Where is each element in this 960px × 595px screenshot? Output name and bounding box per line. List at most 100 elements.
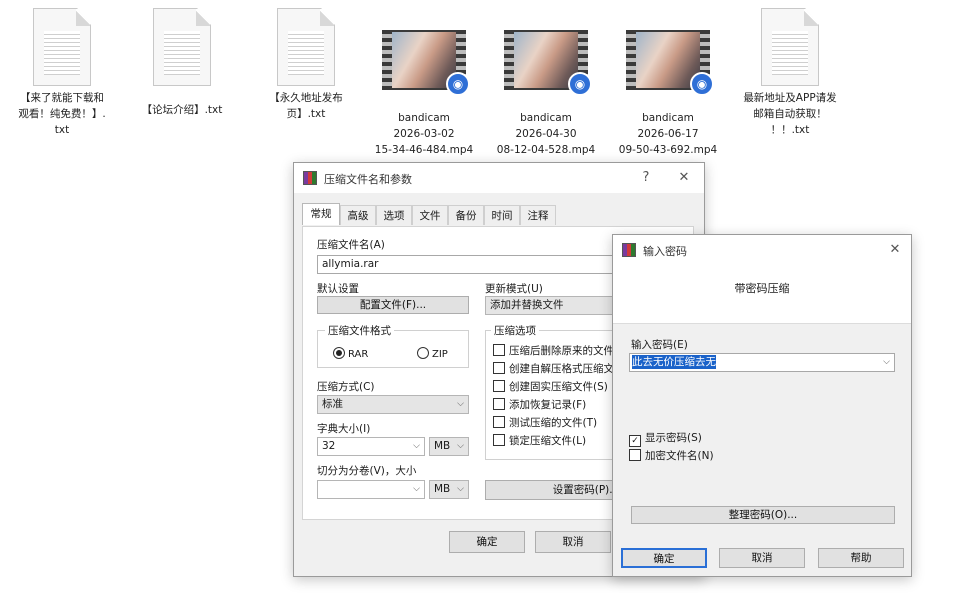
ok-button[interactable]: 确定: [449, 531, 525, 553]
password-value: 此去无价压缩去无: [632, 355, 716, 369]
option-recovery-record[interactable]: 添加恢复记录(F): [493, 397, 586, 412]
chevron-down-icon[interactable]: ⌵: [883, 354, 890, 371]
file-label: 【来了就能下载和 观看！纯免费！】. txt: [18, 92, 106, 136]
option-lock-archive[interactable]: 锁定压缩文件(L): [493, 433, 586, 448]
update-mode-value: 添加并替换文件: [490, 299, 564, 311]
checkbox-icon: [493, 416, 505, 428]
file-label: 最新地址及APP请发 邮箱自动获取！ ！！.txt: [743, 92, 837, 136]
encrypt-names-checkbox[interactable]: 加密文件名(N): [629, 448, 714, 463]
option-label: 锁定压缩文件(L): [509, 435, 587, 447]
file-label: bandicam 2026-04-30 08-12-04-528.mp4: [496, 112, 596, 156]
checkbox-icon: [493, 362, 505, 374]
tab-backup[interactable]: 备份: [448, 205, 484, 225]
dictionary-size-select[interactable]: 32 ⌵: [317, 437, 425, 456]
checkbox-icon: [493, 344, 505, 356]
desktop-file-text-4[interactable]: 最新地址及APP请发 邮箱自动获取！ ！！.txt: [728, 8, 852, 138]
tab-files[interactable]: 文件: [412, 205, 448, 225]
chevron-down-icon: ⌵: [413, 484, 420, 494]
ok-button[interactable]: 确定: [621, 548, 707, 568]
tab-strip: 常规 高级 选项 文件 备份 时间 注释: [302, 203, 692, 227]
format-rar-radio[interactable]: RAR: [333, 347, 368, 360]
option-sfx[interactable]: 创建自解压格式压缩文: [493, 361, 614, 376]
dictionary-unit-select[interactable]: MB ⌵: [429, 437, 469, 456]
format-zip-radio[interactable]: ZIP: [417, 347, 448, 360]
media-player-badge-icon: ◉: [446, 72, 470, 96]
checkbox-icon: [629, 449, 641, 461]
desktop-file-text-3[interactable]: 【永久地址发布 页】.txt: [244, 8, 368, 122]
video-thumbnail-icon: ◉: [504, 30, 592, 96]
file-label: 【论坛介绍】.txt: [141, 104, 223, 116]
chevron-down-icon: ⌵: [413, 441, 420, 451]
chevron-down-icon: ⌵: [457, 484, 464, 494]
desktop-file-text-1[interactable]: 【来了就能下载和 观看！纯免费！】. txt: [0, 8, 124, 138]
enter-password-label: 输入密码(E): [631, 339, 688, 351]
chevron-down-icon: ⌵: [457, 399, 464, 409]
checkbox-icon: [493, 380, 505, 392]
media-player-badge-icon: ◉: [568, 72, 592, 96]
compression-method-select[interactable]: 标准 ⌵: [317, 395, 469, 414]
title-bar[interactable]: 压缩文件名和参数 ? ✕: [294, 163, 704, 193]
show-password-label: 显示密码(S): [645, 432, 702, 444]
split-volumes-select[interactable]: ⌵: [317, 480, 425, 499]
option-label: 创建自解压格式压缩文: [509, 363, 614, 375]
option-test-files[interactable]: 测试压缩的文件(T): [493, 415, 597, 430]
split-volumes-label: 切分为分卷(V)，大小: [317, 465, 417, 477]
option-label: 测试压缩的文件(T): [509, 417, 598, 429]
tab-options[interactable]: 选项: [376, 205, 412, 225]
option-label: 创建固实压缩文件(S): [509, 381, 608, 393]
format-rar-label: RAR: [348, 349, 369, 360]
organize-passwords-button[interactable]: 整理密码(O)...: [631, 506, 895, 524]
tab-advanced[interactable]: 高级: [340, 205, 376, 225]
video-thumbnail-icon: ◉: [626, 30, 714, 96]
file-label: 【永久地址发布 页】.txt: [269, 92, 343, 120]
compression-method-value: 标准: [322, 398, 343, 410]
text-file-icon: [153, 8, 211, 86]
option-label: 压缩后删除原来的文件: [509, 345, 614, 357]
option-delete-after[interactable]: 压缩后删除原来的文件: [493, 343, 614, 358]
profiles-button[interactable]: 配置文件(F)...: [317, 296, 469, 314]
desktop-file-text-2[interactable]: 【论坛介绍】.txt: [120, 8, 244, 118]
cancel-button[interactable]: 取消: [719, 548, 805, 568]
help-button[interactable]: ?: [634, 167, 658, 189]
help-button[interactable]: 帮助: [818, 548, 904, 568]
dialog-title: 压缩文件名和参数: [324, 173, 412, 186]
winrar-app-icon: [303, 171, 317, 185]
password-input[interactable]: 此去无价压缩去无 ⌵: [629, 353, 895, 372]
desktop-file-video-2[interactable]: ◉ bandicam 2026-04-30 08-12-04-528.mp4: [484, 8, 608, 158]
tab-comment[interactable]: 注释: [520, 205, 556, 225]
default-settings-label: 默认设置: [317, 283, 359, 295]
file-label: bandicam 2026-03-02 15-34-46-484.mp4: [374, 112, 474, 156]
dictionary-size-value: 32: [322, 440, 336, 452]
cancel-button[interactable]: 取消: [535, 531, 611, 553]
archive-name-label: 压缩文件名(A): [317, 239, 385, 251]
option-label: 添加恢复记录(F): [509, 399, 587, 411]
format-zip-label: ZIP: [432, 349, 448, 360]
file-label: bandicam 2026-06-17 09-50-43-692.mp4: [618, 112, 718, 156]
desktop-file-video-1[interactable]: ◉ bandicam 2026-03-02 15-34-46-484.mp4: [362, 8, 486, 158]
tab-general[interactable]: 常规: [302, 203, 340, 225]
checkbox-icon: [493, 434, 505, 446]
archive-options-label: 压缩选项: [491, 323, 539, 338]
media-player-badge-icon: ◉: [690, 72, 714, 96]
checkmark-icon: ✓: [629, 435, 641, 447]
text-file-icon: [277, 8, 335, 86]
compression-method-label: 压缩方式(C): [317, 381, 375, 393]
option-solid[interactable]: 创建固实压缩文件(S): [493, 379, 608, 394]
radio-selected-icon: [333, 347, 345, 359]
dictionary-unit-value: MB: [434, 440, 451, 452]
tab-time[interactable]: 时间: [484, 205, 520, 225]
password-header-panel: 带密码压缩: [613, 265, 911, 324]
dictionary-size-label: 字典大小(I): [317, 423, 371, 435]
update-mode-label: 更新模式(U): [485, 283, 543, 295]
winrar-app-icon: [622, 243, 636, 257]
show-password-checkbox[interactable]: ✓ 显示密码(S): [629, 430, 702, 447]
split-unit-value: MB: [434, 483, 451, 495]
split-unit-select[interactable]: MB ⌵: [429, 480, 469, 499]
password-dialog: 输入密码 ✕ 带密码压缩 输入密码(E) 此去无价压缩去无 ⌵ ✓ 显示密码(S)…: [612, 234, 912, 577]
title-bar[interactable]: 输入密码 ✕: [613, 235, 911, 265]
archive-format-label: 压缩文件格式: [325, 323, 394, 338]
close-icon[interactable]: ✕: [672, 167, 696, 189]
desktop-file-video-3[interactable]: ◉ bandicam 2026-06-17 09-50-43-692.mp4: [606, 8, 730, 158]
close-icon[interactable]: ✕: [883, 239, 907, 261]
encrypt-names-label: 加密文件名(N): [645, 450, 714, 462]
